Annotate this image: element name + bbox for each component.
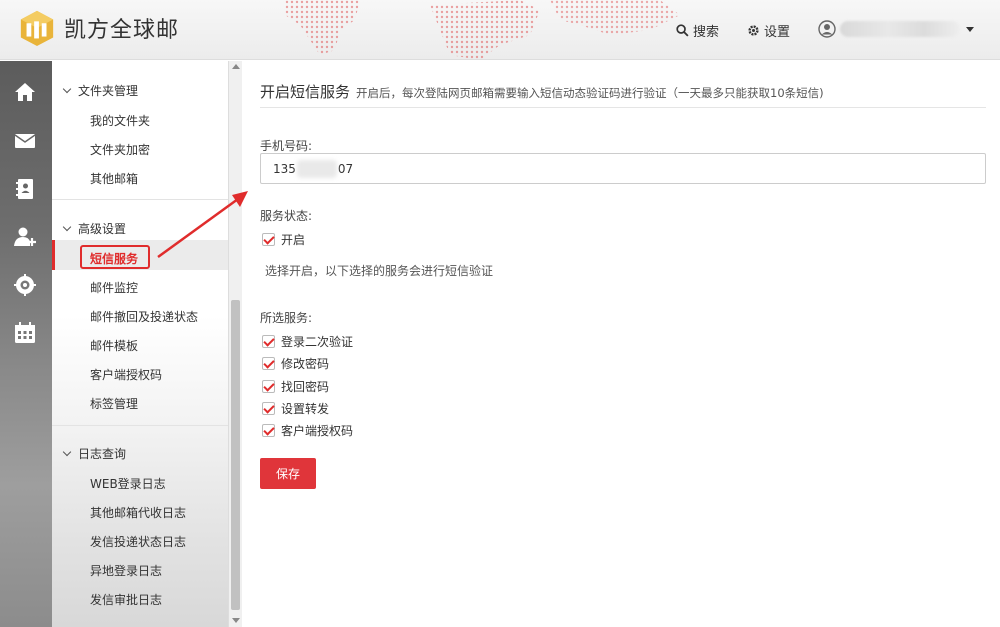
contacts-icon[interactable]: [12, 176, 38, 202]
search-icon: [676, 24, 689, 37]
service-label: 设置转发: [281, 402, 330, 416]
home-icon[interactable]: [12, 79, 38, 105]
sms-service-panel: 开启短信服务 开启后，每次登陆网页邮箱需要输入短信动态验证码进行验证（一天最多只…: [243, 61, 1000, 627]
chevron-down-icon: [62, 84, 72, 94]
nav-item-web-login-log[interactable]: WEB登录日志: [90, 475, 166, 492]
header-divider: [260, 107, 986, 108]
nav-item-delivery-status-log[interactable]: 发信投递状态日志: [90, 533, 186, 550]
nav-item-client-auth-code[interactable]: 客户端授权码: [90, 366, 162, 383]
status-enable-checkbox[interactable]: 开启: [262, 231, 305, 248]
settings-nav: 文件夹管理 我的文件夹 文件夹加密 其他邮箱 高级设置 短信服务 邮件监控 邮件…: [52, 61, 242, 627]
page-title: 开启短信服务: [260, 83, 351, 101]
nav-item-tag-management[interactable]: 标签管理: [90, 395, 138, 412]
user-menu[interactable]: [818, 20, 974, 38]
service-checkbox-client-auth-code[interactable]: 客户端授权码: [262, 422, 353, 439]
nav-group-log-query[interactable]: 日志查询: [62, 445, 127, 462]
nav-item-recall-delivery-status[interactable]: 邮件撤回及投递状态: [90, 308, 198, 325]
mail-icon[interactable]: [12, 128, 38, 154]
page-description: 开启后，每次登陆网页邮箱需要输入短信动态验证码进行验证（一天最多只能获取10条短…: [356, 86, 824, 100]
scroll-up-icon[interactable]: [232, 64, 240, 69]
scroll-down-icon[interactable]: [232, 618, 240, 623]
world-map-decoration: [285, 0, 680, 59]
checkbox-checked-icon[interactable]: [262, 380, 275, 393]
checkbox-checked-icon[interactable]: [262, 233, 275, 246]
nav-scrollbar[interactable]: [228, 61, 242, 627]
nav-item-sms-service[interactable]: 短信服务: [90, 250, 138, 267]
nav-divider: [52, 425, 228, 426]
gear-icon: [748, 25, 759, 36]
app-logo[interactable]: 凯方全球邮: [18, 9, 179, 47]
nav-group-label: 高级设置: [78, 222, 127, 236]
chevron-down-icon: [62, 222, 72, 232]
phone-suffix: 07: [337, 161, 354, 176]
nav-divider: [52, 199, 228, 200]
search-label: 搜索: [693, 25, 720, 40]
checkbox-checked-icon[interactable]: [262, 424, 275, 437]
nav-group-label: 日志查询: [78, 447, 127, 461]
app-name: 凯方全球邮: [64, 18, 180, 43]
logo-icon: [20, 10, 54, 47]
settings-link[interactable]: 设置: [747, 21, 790, 40]
service-label: 登录二次验证: [281, 335, 354, 349]
chevron-down-icon: [62, 447, 72, 457]
nav-item-fetch-log[interactable]: 其他邮箱代收日志: [90, 504, 186, 521]
nav-item-my-folders[interactable]: 我的文件夹: [90, 112, 150, 129]
settings-label: 设置: [764, 25, 791, 40]
nav-item-mail-templates[interactable]: 邮件模板: [90, 337, 138, 354]
nav-group-folder-management[interactable]: 文件夹管理: [62, 82, 139, 99]
service-checkbox-recover-password[interactable]: 找回密码: [262, 378, 329, 395]
service-checkbox-forwarding[interactable]: 设置转发: [262, 400, 329, 417]
chevron-down-icon: [966, 26, 974, 32]
status-hint: 选择开启，以下选择的服务会进行短信验证: [265, 264, 494, 278]
service-label: 找回密码: [281, 380, 330, 394]
service-label: 客户端授权码: [281, 424, 354, 438]
nav-item-other-mailboxes[interactable]: 其他邮箱: [90, 170, 138, 187]
checkbox-checked-icon[interactable]: [262, 335, 275, 348]
checkbox-checked-icon[interactable]: [262, 402, 275, 415]
phone-label: 手机号码:: [260, 139, 313, 153]
nav-group-advanced-settings[interactable]: 高级设置: [62, 220, 127, 237]
calendar-icon[interactable]: [12, 320, 38, 346]
phone-prefix: 135: [273, 161, 296, 176]
nav-item-send-approval-log[interactable]: 发信审批日志: [90, 591, 162, 608]
top-header: 凯方全球邮 搜索 设置: [0, 0, 1000, 60]
nav-item-folder-encryption[interactable]: 文件夹加密: [90, 141, 150, 158]
service-checkbox-change-password[interactable]: 修改密码: [262, 355, 329, 372]
status-option-label: 开启: [281, 233, 306, 247]
checkbox-checked-icon[interactable]: [262, 357, 275, 370]
nav-item-remote-login-log[interactable]: 异地登录日志: [90, 562, 162, 579]
nav-item-mail-monitoring[interactable]: 邮件监控: [90, 279, 138, 296]
phone-redaction: [296, 159, 337, 178]
user-name-redacted: [840, 21, 960, 37]
services-label: 所选服务:: [260, 311, 313, 325]
search-link[interactable]: 搜索: [676, 21, 719, 40]
service-checkbox-login-2fa[interactable]: 登录二次验证: [262, 333, 353, 350]
phone-number-field[interactable]: 135 07: [260, 153, 986, 184]
add-user-icon[interactable]: [12, 224, 38, 250]
panel-header: 开启短信服务 开启后，每次登陆网页邮箱需要输入短信动态验证码进行验证（一天最多只…: [260, 81, 824, 102]
service-label: 修改密码: [281, 357, 330, 371]
target-icon[interactable]: [12, 272, 38, 298]
status-label: 服务状态:: [260, 209, 313, 223]
nav-group-label: 文件夹管理: [78, 84, 139, 98]
save-button[interactable]: 保存: [260, 458, 316, 489]
scrollbar-thumb[interactable]: [231, 300, 240, 610]
icon-rail: [0, 61, 52, 627]
user-avatar-icon: [818, 20, 836, 38]
